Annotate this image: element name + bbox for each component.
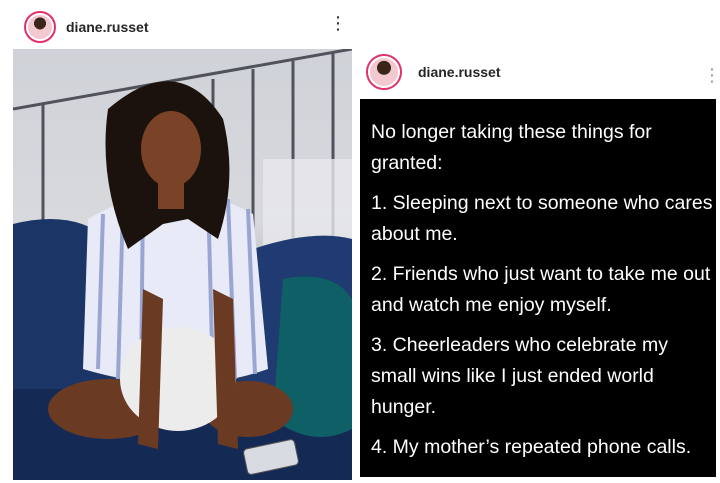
avatar-image [28, 15, 52, 39]
photo-illustration [13, 49, 352, 480]
left-post: diane.russet ⋮ [0, 0, 360, 483]
username[interactable]: diane.russet [418, 64, 500, 80]
post-header: diane.russet [366, 54, 500, 90]
quote-card: No longer taking these things for grante… [360, 99, 716, 477]
right-post: diane.russet ⋮ No longer taking these th… [360, 38, 720, 483]
more-vertical-icon[interactable]: ⋮ [703, 64, 720, 86]
post-photo[interactable] [13, 49, 352, 480]
avatar[interactable] [366, 54, 402, 90]
list-item-2: 2. Friends who just want to take me out … [371, 263, 711, 316]
list-item-1: 1. Sleeping next to someone who cares ab… [371, 192, 713, 245]
more-vertical-icon[interactable]: ⋮ [329, 12, 347, 34]
username[interactable]: diane.russet [66, 19, 148, 35]
avatar[interactable] [24, 11, 56, 43]
avatar-image [370, 58, 398, 86]
intro-line: No longer taking these things for grante… [371, 121, 652, 174]
list-item-4: 4. My mother’s repeated phone calls. [371, 436, 692, 458]
post-header: diane.russet [24, 11, 148, 43]
list-item-3: 3. Cheerleaders who celebrate my small w… [371, 334, 668, 418]
